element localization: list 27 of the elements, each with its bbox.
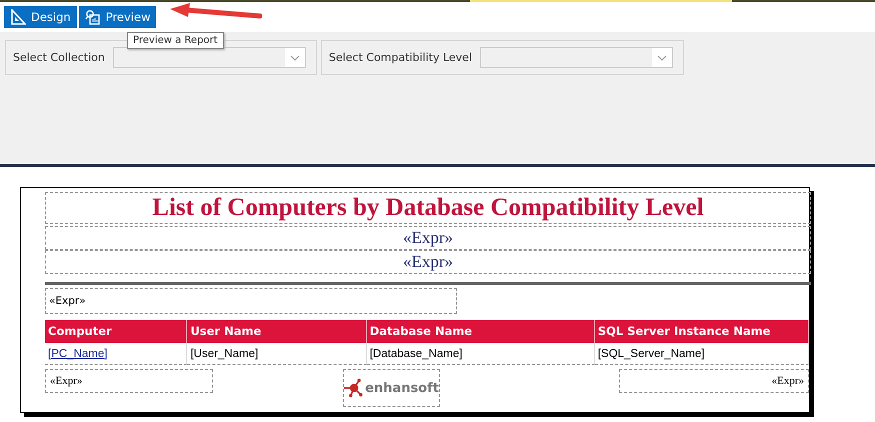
column-header: Computer (45, 320, 188, 343)
table-cell: [User_Name] (187, 343, 367, 365)
column-header: User Name (187, 320, 367, 343)
chevron-down-icon (657, 54, 667, 60)
expression-field: «Expr» (619, 369, 809, 393)
table-cell: [SQL_Server_Name] (594, 343, 809, 365)
report-title: List of Computers by Database Compatibility Level (45, 192, 811, 224)
expression-field: «Expr» (45, 250, 811, 274)
expression-field: «Expr» (45, 369, 213, 393)
column-header: SQL Server Instance Name (594, 320, 809, 343)
tooltip: Preview a Report (127, 32, 224, 49)
column-header: Database Name (366, 320, 595, 343)
network-node-icon (344, 377, 364, 399)
magnifier-document-icon (84, 9, 101, 25)
link[interactable]: [PC_Name] (45, 343, 188, 365)
dropdown-field[interactable] (480, 47, 673, 68)
chevron-down-icon (290, 54, 300, 60)
table-cell: [Database_Name] (366, 343, 595, 365)
dropdown-field[interactable] (112, 47, 306, 68)
expression-field: «Expr» (45, 288, 457, 314)
company-logo: enhansoft (343, 369, 440, 407)
expression-field: «Expr» (45, 226, 811, 250)
mode-button[interactable]: Design (4, 6, 77, 28)
filter-label: Select Compatibility Level (328, 51, 472, 64)
ruler-triangle-icon (10, 9, 26, 25)
filter-label: Select Collection (13, 51, 105, 64)
mode-button[interactable]: Preview (78, 6, 156, 28)
